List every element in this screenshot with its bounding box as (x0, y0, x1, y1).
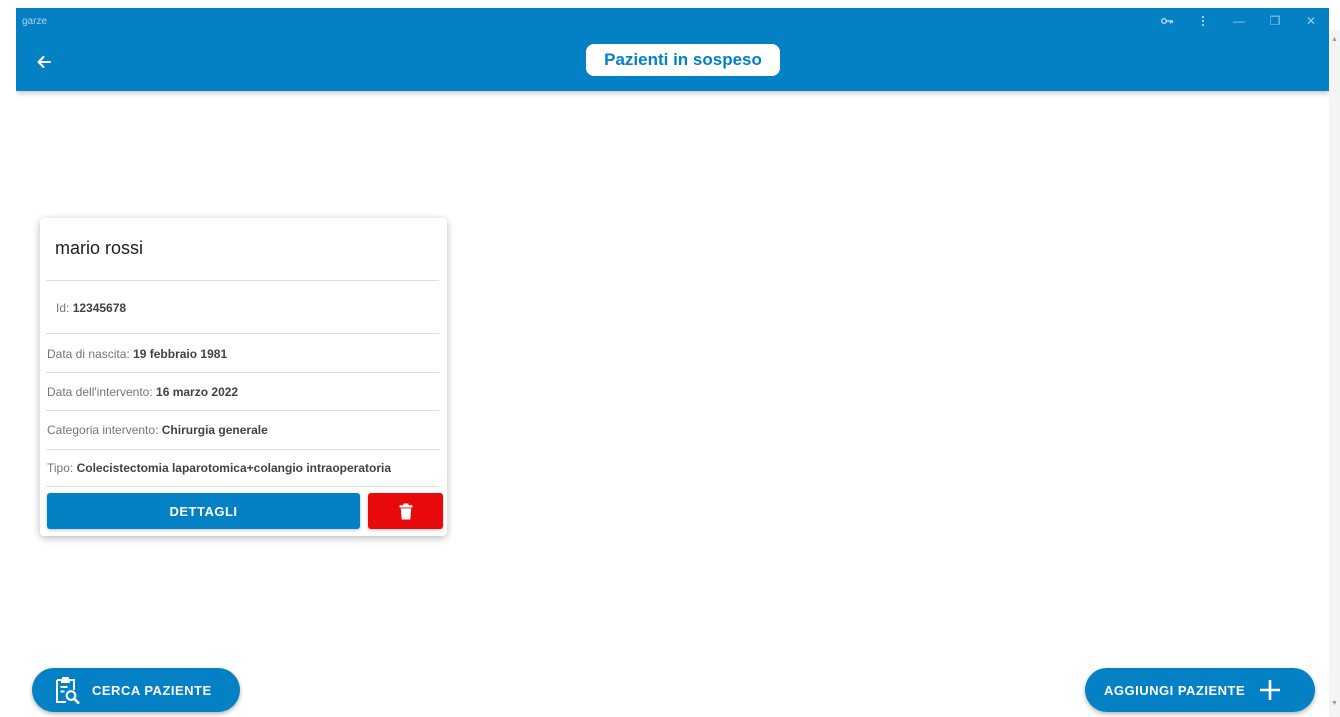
plus-icon (1259, 679, 1281, 701)
divider (46, 280, 439, 281)
arrow-left-icon (37, 56, 51, 68)
add-patient-button[interactable]: AGGIUNGI PAZIENTE (1085, 668, 1315, 712)
scrollbar[interactable] (1329, 30, 1340, 717)
patient-name: mario rossi (55, 238, 144, 258)
search-patient-button[interactable]: CERCA PAZIENTE (32, 668, 240, 712)
divider (46, 486, 439, 487)
app-bar: garze — ❐ ✕ Pazienti in sospeso (16, 8, 1329, 91)
back-button[interactable] (30, 50, 58, 74)
surgery-category-label: Categoria intervento: (47, 423, 159, 437)
surgery-date-value: 16 marzo 2022 (156, 385, 239, 399)
delete-button[interactable] (368, 493, 443, 529)
window-title: garze (22, 16, 48, 27)
divider (46, 449, 439, 450)
birth-date-value: 19 febbraio 1981 (133, 347, 228, 361)
minimize-button[interactable]: — (1221, 8, 1257, 34)
surgery-type-value: Colecistectomia laparotomica+colangio in… (76, 461, 391, 475)
details-button[interactable]: DETTAGLI (47, 493, 360, 529)
search-patient-label: CERCA PAZIENTE (92, 682, 212, 698)
divider (46, 333, 439, 334)
surgery-date-label: Data dell'intervento: (47, 385, 153, 399)
window-controls: — ❐ ✕ (1149, 8, 1329, 34)
divider (46, 410, 439, 411)
surgery-date-row: Data dell'intervento: 16 marzo 2022 (47, 385, 238, 399)
patient-card: mario rossi Id: 12345678 Data di nascita… (40, 218, 447, 536)
add-patient-label: AGGIUNGI PAZIENTE (1104, 682, 1246, 698)
scroll-down-icon[interactable]: ▼ (1331, 700, 1338, 707)
restore-button[interactable]: ❐ (1257, 8, 1293, 34)
surgery-type-row: Tipo: Colecistectomia laparotomica+colan… (47, 461, 391, 475)
patient-id-value: 12345678 (72, 301, 127, 315)
surgery-category-row: Categoria intervento: Chirurgia generale (47, 423, 268, 437)
key-icon[interactable] (1149, 8, 1185, 34)
birth-date-label: Data di nascita: (47, 347, 130, 361)
clipboard-search-icon (56, 677, 80, 704)
outer-frame-left (0, 0, 16, 717)
surgery-category-value: Chirurgia generale (161, 423, 268, 437)
scroll-up-icon[interactable]: ▲ (1331, 36, 1338, 43)
trash-icon (399, 503, 412, 519)
patient-id-label: Id: (56, 301, 70, 315)
app-window: garze — ❐ ✕ Pazienti in sospeso mario ro… (16, 8, 1329, 717)
birth-date-row: Data di nascita: 19 febbraio 1981 (47, 347, 227, 361)
patient-id-row: Id: 12345678 (56, 301, 126, 315)
more-vertical-icon[interactable] (1185, 8, 1221, 34)
page-title: Pazienti in sospeso (586, 44, 780, 76)
outer-frame-top (0, 0, 1340, 8)
close-button[interactable]: ✕ (1293, 8, 1329, 34)
divider (46, 372, 439, 373)
surgery-type-label: Tipo: (47, 461, 74, 475)
